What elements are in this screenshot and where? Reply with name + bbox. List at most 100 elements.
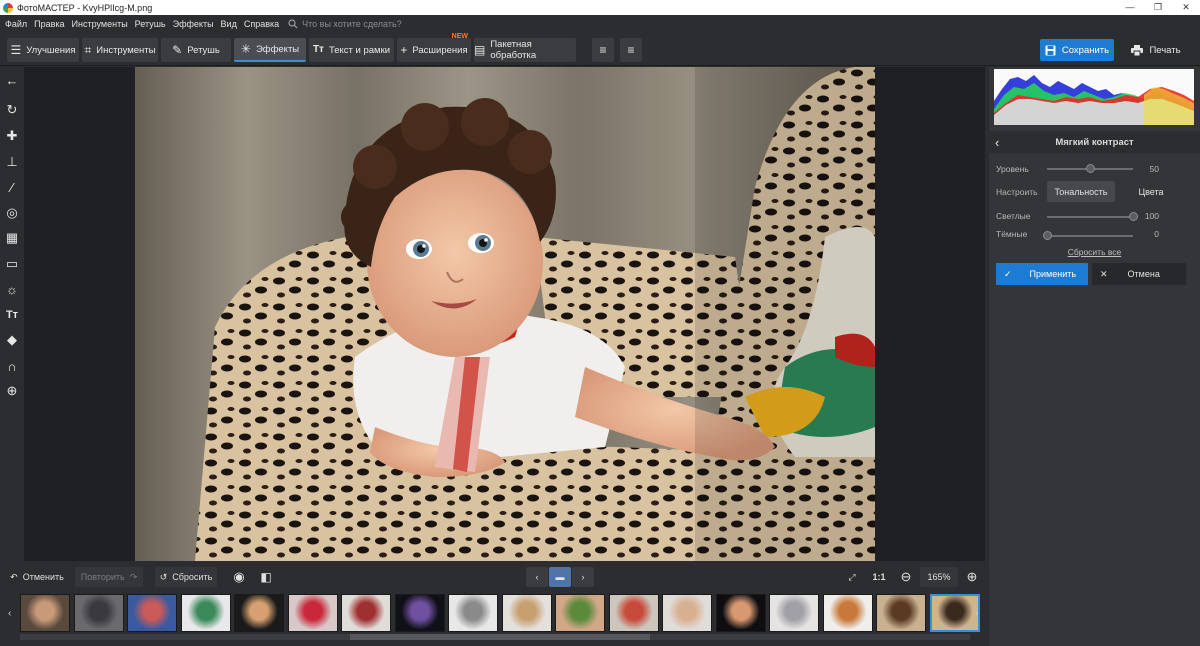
next-image-button[interactable]: › (572, 567, 594, 587)
add-list-button[interactable]: ≡ (592, 38, 614, 62)
eye-icon[interactable]: ◉ (229, 567, 249, 587)
menu-view[interactable]: Вид (221, 19, 237, 29)
chevron-right-icon[interactable]: › (975, 608, 978, 619)
stamp-icon[interactable]: ⊥ (3, 153, 21, 171)
zoom-value[interactable]: 165% (920, 567, 958, 587)
minimize-button[interactable]: — (1116, 0, 1144, 15)
menu-tools[interactable]: Инструменты (72, 19, 128, 29)
heal-icon[interactable]: ✚ (3, 127, 21, 145)
gradient-icon[interactable]: ▦ (3, 229, 21, 247)
tab-batch[interactable]: ▤ Пакетная обработка (474, 38, 576, 62)
tab-label: Ретушь (187, 44, 220, 56)
brush-icon: ✎ (172, 43, 183, 57)
save-icon (1045, 45, 1056, 55)
tab-tools[interactable]: ⌗ Инструменты (82, 38, 158, 62)
filmstrip-thumbnail[interactable] (287, 594, 338, 632)
vignette-icon[interactable]: ▭ (3, 255, 21, 273)
filmstrip-thumbnail[interactable] (555, 594, 605, 632)
reset-button[interactable]: ↺ Сбросить (155, 567, 217, 587)
undo-button[interactable]: ↶ Отменить (6, 567, 68, 587)
chevron-left-icon: ‹ (535, 572, 539, 582)
zoom-in-icon[interactable]: ⊕ (962, 567, 982, 587)
filmstrip-thumbnail[interactable] (341, 594, 391, 632)
lights-label: Светлые (996, 211, 1031, 221)
filmstrip-thumbnail[interactable] (929, 594, 980, 632)
tab-enhancements[interactable]: ☰ Улучшения (7, 38, 79, 62)
back-arrow-icon[interactable]: ← (3, 71, 21, 89)
filmstrip-thumbnail[interactable] (394, 594, 445, 632)
reset-all-link[interactable]: Сбросить все (989, 247, 1200, 257)
filmstrip-thumbnail[interactable] (662, 594, 712, 632)
close-button[interactable]: ✕ (1172, 0, 1200, 15)
filmstrip-thumbnail[interactable] (822, 594, 873, 632)
print-button[interactable]: Печать (1122, 39, 1190, 61)
photo-canvas[interactable] (135, 67, 875, 561)
actual-size-button[interactable]: 1:1 (868, 567, 890, 587)
darks-slider[interactable] (1042, 231, 1133, 240)
tab-extensions[interactable]: + Расширения NEW (397, 33, 471, 62)
lights-slider[interactable] (1047, 212, 1138, 221)
light-icon[interactable]: ☼ (3, 280, 21, 298)
menu-help[interactable]: Справка (244, 19, 279, 29)
darks-value: 0 (1154, 229, 1159, 239)
tab-text-frames[interactable]: Tт Текст и рамки (309, 38, 394, 62)
new-badge: NEW (451, 33, 468, 40)
menu-edit[interactable]: Правка (34, 19, 64, 29)
fit-screen-icon[interactable]: ⤢ (842, 567, 862, 587)
filmstrip-thumbnail[interactable] (608, 594, 659, 632)
filmstrip-thumbnail[interactable] (448, 594, 498, 632)
filmstrip-thumbnail[interactable] (180, 594, 231, 632)
tab-effects[interactable]: ✳ Эффекты (234, 38, 306, 62)
filmstrip-thumbnail[interactable] (234, 594, 284, 632)
level-label: Уровень (996, 164, 1029, 174)
level-slider-handle[interactable] (1085, 164, 1095, 173)
filmstrip-thumbnail[interactable] (876, 594, 926, 632)
folder-button[interactable]: ▬ (549, 567, 571, 587)
search-input[interactable] (302, 18, 433, 29)
filmstrip-thumbnail[interactable] (715, 594, 766, 632)
menu-file[interactable]: Файл (5, 19, 27, 29)
compare-icon[interactable]: ◧ (256, 567, 276, 587)
magnet-icon[interactable]: ∩ (3, 357, 21, 375)
filmstrip-thumbnail[interactable] (127, 594, 177, 632)
prev-image-button[interactable]: ‹ (526, 567, 548, 587)
apply-button[interactable]: ✓ Применить (996, 263, 1088, 285)
radial-icon[interactable]: ◎ (3, 204, 21, 222)
fill-icon[interactable]: ◆ (3, 331, 21, 349)
reset-label: Сбросить (172, 572, 213, 582)
back-arrow-icon[interactable]: ‹ (995, 135, 999, 150)
redo-button[interactable]: Повторить ↷ (75, 567, 143, 587)
filmstrip-thumbnail[interactable] (769, 594, 819, 632)
filmstrip-thumbnail[interactable] (501, 594, 552, 632)
list-info-button[interactable]: ≡ (620, 38, 642, 62)
tab-tonal[interactable]: Тональность (1047, 181, 1115, 202)
menu-effects[interactable]: Эффекты (173, 19, 214, 29)
filmstrip-scroll-handle[interactable] (350, 634, 650, 640)
cancel-button[interactable]: ✕ Отмена (1092, 263, 1186, 285)
redo-icon: ↷ (129, 571, 138, 582)
plus-icon: + (400, 43, 408, 57)
sliders-icon: ☰ (10, 43, 22, 57)
chevron-right-icon: › (581, 572, 585, 582)
filmstrip-thumbnail[interactable] (20, 594, 70, 632)
window-title: ФотоМАСТЕР - KvyHPlIcg-M.png (17, 2, 153, 13)
filmstrip-thumbnail[interactable] (73, 594, 124, 632)
histogram (994, 69, 1194, 125)
menu-retouch[interactable]: Ретушь (135, 19, 166, 29)
apply-label: Применить (1029, 269, 1077, 279)
tab-colors[interactable]: Цвета (1129, 181, 1173, 202)
left-toolbar: ← ↻ ✚ ⊥ ∕ ◎ ▦ ▭ ☼ Tт ◆ ∩ ⊕ (0, 67, 24, 561)
globe-icon[interactable]: ⊕ (3, 382, 21, 400)
rotate-icon[interactable]: ↻ (3, 101, 21, 119)
window-titlebar: ФотоМАСТЕР - KvyHPlIcg-M.png — ❐ ✕ (0, 0, 1200, 15)
maximize-button[interactable]: ❐ (1144, 0, 1172, 15)
chevron-left-icon[interactable]: ‹ (8, 608, 11, 619)
text-icon[interactable]: Tт (3, 306, 21, 324)
filmstrip-scrollbar[interactable] (20, 634, 970, 640)
tab-retouch[interactable]: ✎ Ретушь (161, 38, 231, 62)
level-slider[interactable] (1047, 164, 1133, 173)
save-button[interactable]: Сохранить (1040, 39, 1114, 61)
zoom-out-icon[interactable]: ⊖ (896, 567, 916, 587)
darks-slider-handle[interactable] (1042, 231, 1052, 240)
brush-icon[interactable]: ∕ (3, 178, 21, 196)
